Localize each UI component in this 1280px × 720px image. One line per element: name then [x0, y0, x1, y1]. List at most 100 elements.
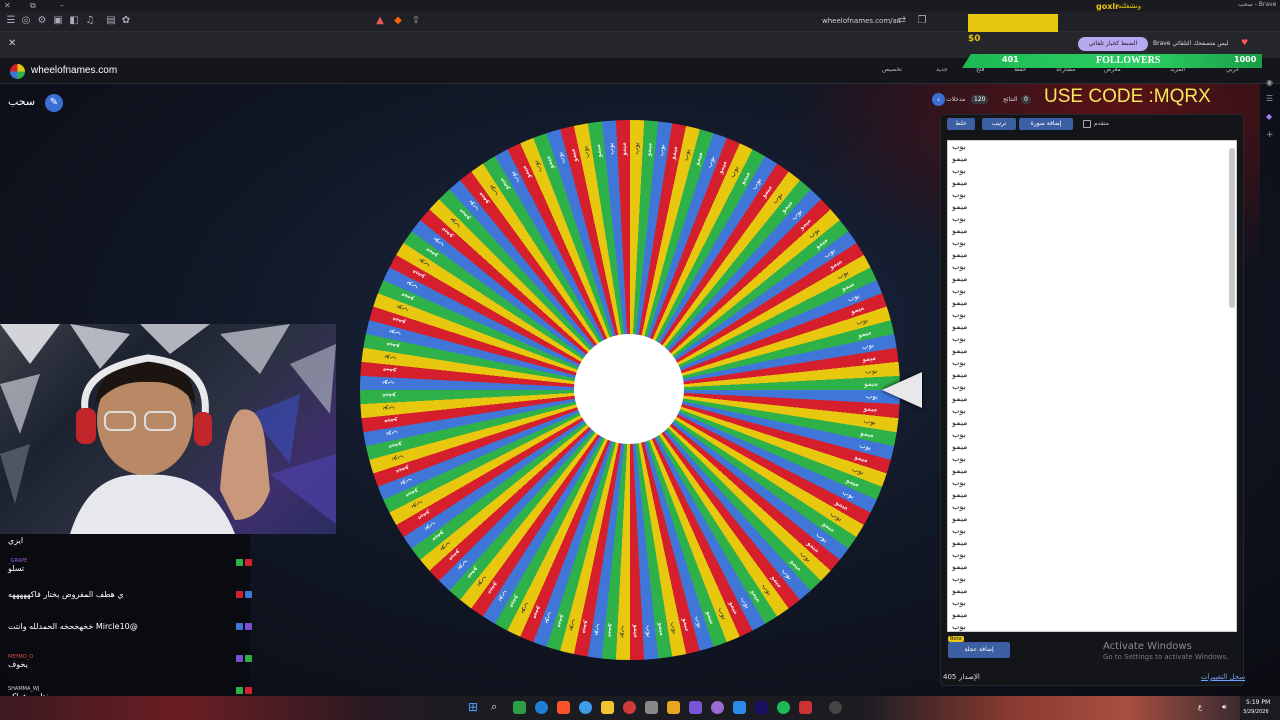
entry-line[interactable]: ميمو — [948, 489, 1236, 501]
minimize-icon[interactable]: – — [60, 1, 64, 10]
sidebar-brave-icon[interactable]: ◉ — [1266, 78, 1273, 87]
entry-line[interactable]: بوب — [948, 381, 1236, 393]
location-icon[interactable]: ◎ — [20, 15, 32, 27]
entry-line[interactable]: ميمو — [948, 369, 1236, 381]
app2-icon[interactable] — [711, 701, 724, 714]
shuffle-button[interactable]: خلط — [947, 118, 975, 130]
entries-scrollbar[interactable] — [1229, 148, 1235, 308]
sidebar-add-icon[interactable]: + — [1266, 130, 1274, 140]
entry-line[interactable]: ميمو — [948, 153, 1236, 165]
entry-line[interactable]: ميمو — [948, 513, 1236, 525]
address-bar[interactable]: wheelofnames.com/ar — [822, 17, 900, 25]
share-icon[interactable]: ⇪ — [410, 15, 422, 27]
entry-line[interactable]: ميمو — [948, 297, 1236, 309]
entry-line[interactable]: بوب — [948, 477, 1236, 489]
clock-date[interactable]: 3/29/2026 — [1243, 709, 1269, 715]
sidebar-icon[interactable]: ◧ — [68, 15, 80, 27]
entry-line[interactable]: بوب — [948, 429, 1236, 441]
start-icon[interactable]: ⊞ — [468, 700, 478, 714]
entry-line[interactable]: ميمو — [948, 249, 1236, 261]
entry-line[interactable]: ميمو — [948, 321, 1236, 333]
entry-line[interactable]: ميمو — [948, 441, 1236, 453]
tab-results[interactable]: النتائج — [1003, 96, 1018, 103]
entry-line[interactable]: ميمو — [948, 345, 1236, 357]
sort-button[interactable]: ترتيب — [982, 118, 1016, 130]
entry-line[interactable]: ميمو — [948, 273, 1236, 285]
changelog-link[interactable]: سجل التغييرات — [1201, 673, 1245, 681]
tab-entries[interactable]: مدخلات — [946, 96, 965, 103]
app4-icon[interactable] — [829, 701, 842, 714]
entry-line[interactable]: بوب — [948, 141, 1236, 153]
close-tab-icon[interactable]: ✕ — [8, 38, 16, 49]
brave-icon[interactable] — [557, 701, 570, 714]
entry-line[interactable]: بوب — [948, 549, 1236, 561]
spotify-icon[interactable] — [777, 701, 790, 714]
entry-line[interactable]: ميمو — [948, 585, 1236, 597]
app-icon[interactable] — [667, 701, 680, 714]
edit-title-button[interactable]: ✎ — [45, 94, 63, 112]
entry-line[interactable]: ميمو — [948, 561, 1236, 573]
entry-line[interactable]: بوب — [948, 597, 1236, 609]
entry-line[interactable]: بوب — [948, 309, 1236, 321]
set-default-button[interactable]: الضبط كخيار تلقائي — [1078, 37, 1148, 51]
volume-icon[interactable]: 🔊︎ — [1222, 703, 1226, 712]
entry-line[interactable]: بوب — [948, 261, 1236, 273]
premiere-icon[interactable] — [755, 701, 768, 714]
translate-icon[interactable]: ⇄ — [896, 15, 908, 27]
entry-line[interactable]: بوب — [948, 501, 1236, 513]
settings-app-icon[interactable] — [645, 701, 658, 714]
discord-icon[interactable] — [689, 701, 702, 714]
add-wheel-button[interactable]: إضافة عجلة — [948, 642, 1010, 658]
entry-line[interactable]: بوب — [948, 573, 1236, 585]
entry-line[interactable]: ميمو — [948, 465, 1236, 477]
nav-new[interactable]: جديد — [936, 66, 948, 73]
site-name[interactable]: wheelofnames.com — [31, 65, 117, 76]
sidebar-ai-icon[interactable]: ◆ — [1266, 112, 1272, 121]
search-icon[interactable]: ⌕ — [491, 700, 497, 714]
entry-line[interactable]: ميمو — [948, 609, 1236, 621]
entry-line[interactable]: بوب — [948, 165, 1236, 177]
telegram-icon[interactable] — [733, 701, 746, 714]
collapse-panel-button[interactable]: ‹ — [932, 93, 945, 106]
menu-icon[interactable]: ☰ — [5, 15, 17, 27]
entry-line[interactable]: ميمو — [948, 225, 1236, 237]
brave-shield-icon[interactable]: ◆ — [392, 15, 404, 27]
entry-line[interactable]: ميمو — [948, 537, 1236, 549]
entry-line[interactable]: ميمو — [948, 417, 1236, 429]
advanced-checkbox[interactable] — [1083, 120, 1091, 128]
app3-icon[interactable] — [799, 701, 812, 714]
entry-line[interactable]: بوب — [948, 237, 1236, 249]
entry-line[interactable]: ميمو — [948, 393, 1236, 405]
warning-icon[interactable]: ▲ — [374, 15, 386, 27]
bookmark-icon[interactable]: ❐ — [916, 15, 928, 27]
screenshot-icon[interactable]: ▤ — [105, 15, 117, 27]
files-icon[interactable] — [601, 701, 614, 714]
language-indicator[interactable]: ع — [1198, 703, 1202, 711]
chrome-icon[interactable] — [579, 701, 592, 714]
edge-icon[interactable] — [535, 701, 548, 714]
entry-line[interactable]: ميمو — [948, 177, 1236, 189]
entry-line[interactable]: بوب — [948, 333, 1236, 345]
close-icon[interactable]: ✕ — [4, 1, 11, 10]
entry-line[interactable]: بوب — [948, 285, 1236, 297]
settings-icon[interactable]: ⚙ — [36, 15, 48, 27]
entry-line[interactable]: بوب — [948, 453, 1236, 465]
music-icon[interactable]: ♫ — [84, 15, 96, 27]
restore-icon[interactable]: ⧉ — [30, 1, 36, 11]
clock-time[interactable]: 5:19 PM — [1246, 699, 1270, 706]
obs-icon[interactable] — [623, 701, 636, 714]
add-image-button[interactable]: إضافة صورة — [1019, 118, 1073, 130]
entry-line[interactable]: بوب — [948, 525, 1236, 537]
entry-line[interactable]: ميمو — [948, 201, 1236, 213]
extensions-icon[interactable]: ✿ — [120, 15, 132, 27]
tabs-icon[interactable]: ▣ — [52, 15, 64, 27]
entry-line[interactable]: بوب — [948, 189, 1236, 201]
entry-line[interactable]: بوب — [948, 213, 1236, 225]
wheel-hub[interactable] — [574, 334, 684, 444]
entry-line[interactable]: بوب — [948, 405, 1236, 417]
entry-line[interactable]: بوب — [948, 357, 1236, 369]
entry-line[interactable]: بوب — [948, 621, 1236, 631]
xbox-icon[interactable] — [513, 701, 526, 714]
sidebar-bookmarks-icon[interactable]: ☰ — [1266, 94, 1273, 103]
entries-textarea[interactable]: بوب ميمو بوب ميمو بوب ميمو بوب ميمو بوب ميمو بوب مي… — [947, 140, 1237, 632]
